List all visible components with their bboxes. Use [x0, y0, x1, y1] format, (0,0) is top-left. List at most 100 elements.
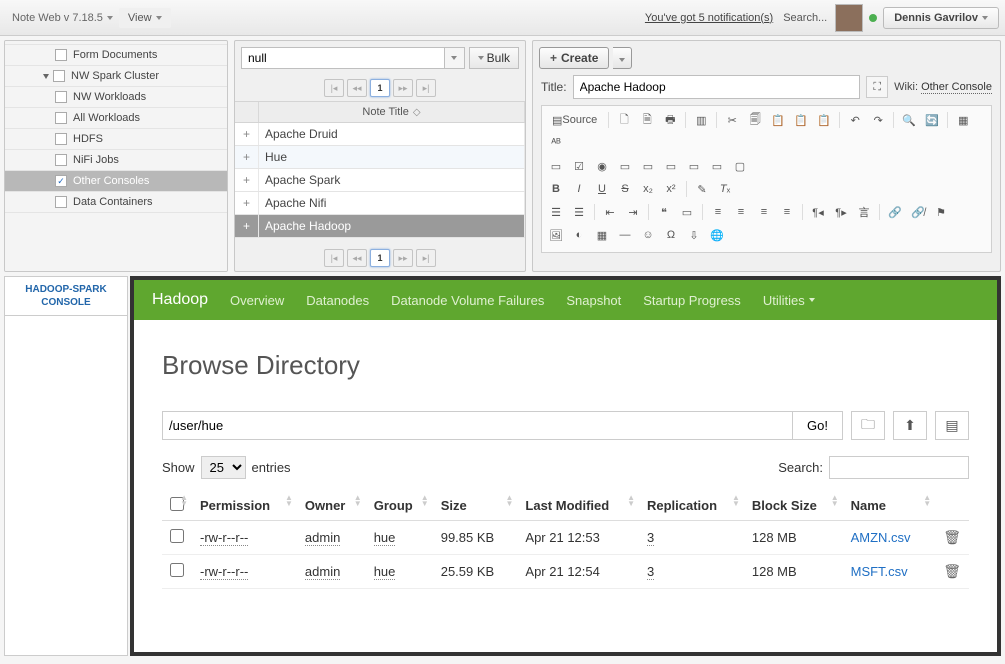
col-permission[interactable]: Permission▲▼ [192, 491, 297, 521]
replace-icon[interactable]: 🔄 [922, 110, 942, 130]
blockquote-button[interactable]: ❝ [654, 202, 674, 222]
pager-last-button[interactable]: ▸| [416, 249, 436, 267]
pager-page-button[interactable]: 1 [370, 79, 390, 97]
paste-text-icon[interactable]: 📋 [791, 110, 811, 130]
fullscreen-button[interactable]: ⛶ [866, 76, 888, 98]
bulk-button[interactable]: Bulk [469, 47, 519, 69]
nav-utilities[interactable]: Utilities [763, 293, 815, 308]
paste-icon[interactable]: 📋 [768, 110, 788, 130]
specialchar-button[interactable]: Ω [661, 225, 681, 245]
textfield-icon[interactable]: ▭ [615, 156, 635, 176]
expand-icon[interactable]: + [235, 146, 259, 168]
file-link[interactable]: MSFT.csv [851, 564, 908, 579]
pager-first-button[interactable]: |◂ [324, 79, 344, 97]
go-button[interactable]: Go! [793, 411, 843, 440]
col-owner[interactable]: Owner▲▼ [297, 491, 366, 521]
note-row[interactable]: +Apache Spark [235, 169, 525, 192]
pager-first-button[interactable]: |◂ [324, 249, 344, 267]
subscript-button[interactable]: x₂ [638, 179, 658, 199]
nav-startup-progress[interactable]: Startup Progress [643, 293, 741, 308]
search-link[interactable]: Search... [783, 12, 827, 24]
new-page-icon[interactable]: 🗋 [614, 110, 634, 130]
image-button-icon[interactable]: ▭ [707, 156, 727, 176]
view-menu-button[interactable]: View [119, 8, 171, 28]
redo-icon[interactable]: ↷ [868, 110, 888, 130]
expand-icon[interactable]: + [235, 123, 259, 145]
tree-checkbox[interactable]: ✓ [55, 175, 67, 187]
tree-item[interactable]: ✓Other Consoles [5, 170, 227, 192]
selectall-icon[interactable]: ▦ [953, 110, 973, 130]
expand-icon[interactable]: + [235, 192, 259, 214]
tree-checkbox[interactable] [53, 70, 65, 82]
tree-checkbox[interactable] [55, 154, 67, 166]
align-justify-button[interactable]: ≡ [777, 202, 797, 222]
tree-checkbox[interactable] [55, 133, 67, 145]
console-tab[interactable]: HADOOP-SPARK CONSOLE [5, 277, 127, 316]
upload-button[interactable]: ⬆ [893, 411, 927, 440]
select-icon[interactable]: ▭ [661, 156, 681, 176]
entries-select[interactable]: 25 [201, 456, 246, 479]
tree-item[interactable]: HDFS [5, 128, 227, 150]
title-input[interactable] [573, 75, 861, 99]
new-folder-button[interactable]: ▤ [935, 411, 969, 440]
find-icon[interactable]: 🔍 [899, 110, 919, 130]
align-left-button[interactable]: ≡ [708, 202, 728, 222]
path-input[interactable] [162, 411, 793, 440]
group-value[interactable]: hue [374, 530, 396, 546]
pager-prev-button[interactable]: ◂◂ [347, 249, 367, 267]
tree-item[interactable]: All Workloads [5, 107, 227, 129]
col-name[interactable]: Name▲▼ [843, 491, 936, 521]
col-replication[interactable]: Replication▲▼ [639, 491, 744, 521]
note-row[interactable]: +Apache Hadoop [235, 215, 525, 238]
replication-value[interactable]: 3 [647, 530, 654, 546]
paste-word-icon[interactable]: 📋 [814, 110, 834, 130]
note-row[interactable]: +Apache Druid [235, 123, 525, 146]
filter-dropdown-button[interactable] [445, 47, 465, 69]
print-icon[interactable]: 🖶 [660, 110, 680, 130]
anchor-button[interactable]: ⚑ [931, 202, 951, 222]
tree-checkbox[interactable] [55, 49, 67, 61]
col-last-modified[interactable]: Last Modified▲▼ [517, 491, 639, 521]
italic-button[interactable]: I [569, 179, 589, 199]
owner-value[interactable]: admin [305, 530, 340, 546]
smiley-button[interactable]: ☺ [638, 225, 658, 245]
hidden-field-icon[interactable]: ▢ [730, 156, 750, 176]
tree-item[interactable]: NiFi Jobs [5, 149, 227, 171]
textarea-icon[interactable]: ▭ [638, 156, 658, 176]
table-button[interactable]: ▦ [592, 225, 612, 245]
hr-button[interactable]: ― [615, 225, 635, 245]
pager-next-button[interactable]: ▸▸ [393, 79, 413, 97]
note-title-column-header[interactable]: Note Title ◇ [259, 102, 525, 122]
pager-last-button[interactable]: ▸| [416, 79, 436, 97]
align-right-button[interactable]: ≡ [754, 202, 774, 222]
tree-item[interactable]: NW Spark Cluster [5, 65, 227, 87]
expand-icon[interactable]: + [235, 215, 259, 237]
search-input[interactable] [829, 456, 969, 479]
copy-icon[interactable]: 🗐 [745, 110, 765, 130]
pager-page-button[interactable]: 1 [370, 249, 390, 267]
templates-icon[interactable]: ▥ [691, 110, 711, 130]
form-icon[interactable]: ▭ [546, 156, 566, 176]
link-button[interactable]: 🔗 [885, 202, 905, 222]
home-button[interactable]: 🗀 [851, 411, 885, 440]
hadoop-brand[interactable]: Hadoop [152, 291, 208, 309]
delete-button[interactable]: 🗑 [943, 529, 961, 545]
iframe-button[interactable]: 🌐 [707, 225, 727, 245]
expand-icon[interactable]: + [235, 169, 259, 191]
image-button[interactable]: 🖼 [546, 225, 566, 245]
nav-snapshot[interactable]: Snapshot [566, 293, 621, 308]
filter-input[interactable] [241, 47, 445, 69]
permission-value[interactable]: -rw-r--r-- [200, 564, 248, 580]
filter-combo[interactable] [241, 47, 465, 69]
ltr-button[interactable]: ¶◂ [808, 202, 828, 222]
radio-icon[interactable]: ◉ [592, 156, 612, 176]
tree-checkbox[interactable] [55, 91, 67, 103]
div-button[interactable]: ▭ [677, 202, 697, 222]
tree-item[interactable]: Data Containers [5, 191, 227, 213]
col-size[interactable]: Size▲▼ [433, 491, 518, 521]
tree-item[interactable]: Form Documents [5, 44, 227, 66]
nav-datanodes[interactable]: Datanodes [306, 293, 369, 308]
indent-button[interactable]: ⇥ [623, 202, 643, 222]
app-title-caret-icon[interactable] [107, 16, 113, 20]
flash-button[interactable]: ◐ [569, 225, 589, 245]
